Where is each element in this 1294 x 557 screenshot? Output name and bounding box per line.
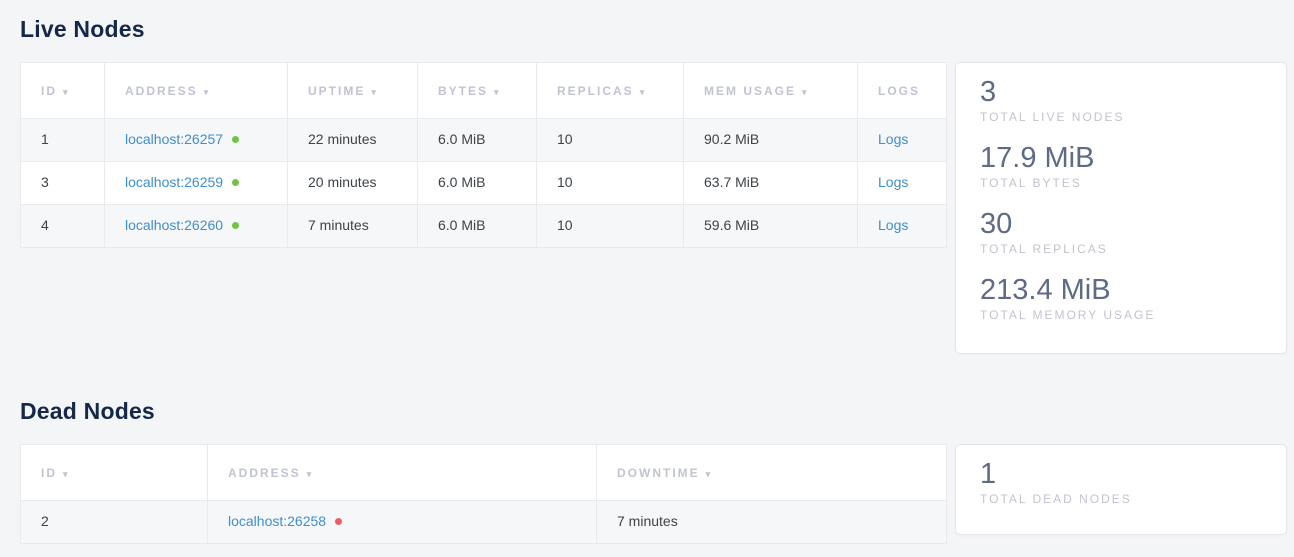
cell-node-address: localhost:26260 [105, 205, 288, 248]
sort-desc-icon: ▾ [204, 87, 211, 97]
live-nodes-heading: Live Nodes [20, 0, 1287, 43]
cell-node-uptime: 20 minutes [288, 162, 418, 205]
column-header-logs: LOGS [858, 63, 947, 119]
cell-node-address: localhost:26257 [105, 119, 288, 162]
summary-stat-total-bytes: 17.9 MiB TOTAL BYTES [980, 142, 1262, 191]
summary-stat-value: 17.9 MiB [980, 142, 1262, 175]
live-nodes-section: Live Nodes ID ▾ ADDRESS ▾ [20, 0, 1287, 354]
sort-desc-icon: ▾ [640, 87, 647, 97]
column-header-label: ADDRESS [125, 84, 198, 98]
sort-desc-icon: ▾ [802, 87, 809, 97]
summary-stat-value: 3 [980, 76, 1262, 109]
node-live-status-icon [232, 136, 239, 143]
cell-node-address: localhost:26258 [208, 501, 597, 544]
cell-node-mem-usage: 59.6 MiB [684, 205, 858, 248]
summary-stat-label: TOTAL MEMORY USAGE [980, 308, 1262, 323]
column-header-replicas[interactable]: REPLICAS ▾ [537, 63, 684, 119]
live-nodes-table: ID ▾ ADDRESS ▾ UPTIME ▾ BYTES ▾ [20, 62, 947, 248]
cell-node-replicas: 10 [537, 205, 684, 248]
cell-node-bytes: 6.0 MiB [418, 162, 537, 205]
dead-nodes-table-wrap: ID ▾ ADDRESS ▾ DOWNTIME ▾ 2 [20, 444, 946, 544]
node-address-link[interactable]: localhost:26259 [125, 174, 223, 190]
column-header-label: ID [41, 466, 57, 480]
column-header-label: UPTIME [308, 84, 365, 98]
table-row: 4 localhost:26260 7 minutes 6.0 MiB 10 5… [21, 205, 947, 248]
sort-desc-icon: ▾ [307, 469, 314, 479]
cell-node-downtime: 7 minutes [597, 501, 947, 544]
column-header-label: LOGS [878, 84, 920, 98]
node-live-status-icon [232, 179, 239, 186]
summary-stat-label: TOTAL REPLICAS [980, 242, 1262, 257]
column-header-mem-usage[interactable]: MEM USAGE ▾ [684, 63, 858, 119]
nodes-overview-page: Live Nodes ID ▾ ADDRESS ▾ [0, 0, 1294, 544]
node-logs-link[interactable]: Logs [878, 174, 908, 190]
summary-stat-label: TOTAL DEAD NODES [980, 492, 1262, 507]
column-header-id[interactable]: ID ▾ [21, 445, 208, 501]
sort-desc-icon: ▾ [63, 469, 70, 479]
cell-node-replicas: 10 [537, 162, 684, 205]
live-nodes-summary-card: 3 TOTAL LIVE NODES 17.9 MiB TOTAL BYTES … [955, 62, 1287, 354]
sort-desc-icon: ▾ [706, 469, 713, 479]
column-header-label: MEM USAGE [704, 84, 796, 98]
cell-node-logs: Logs [858, 162, 947, 205]
table-row: 1 localhost:26257 22 minutes 6.0 MiB 10 … [21, 119, 947, 162]
live-nodes-table-wrap: ID ▾ ADDRESS ▾ UPTIME ▾ BYTES ▾ [20, 62, 946, 248]
cell-node-mem-usage: 90.2 MiB [684, 119, 858, 162]
cell-node-id: 3 [21, 162, 105, 205]
cell-node-bytes: 6.0 MiB [418, 205, 537, 248]
cell-node-uptime: 22 minutes [288, 119, 418, 162]
summary-stat-total-live-nodes: 3 TOTAL LIVE NODES [980, 76, 1262, 125]
sort-desc-icon: ▾ [371, 87, 378, 97]
column-header-address[interactable]: ADDRESS ▾ [105, 63, 288, 119]
summary-stat-total-replicas: 30 TOTAL REPLICAS [980, 208, 1262, 257]
summary-stat-value: 30 [980, 208, 1262, 241]
column-header-label: DOWNTIME [617, 466, 700, 480]
table-row: 3 localhost:26259 20 minutes 6.0 MiB 10 … [21, 162, 947, 205]
column-header-id[interactable]: ID ▾ [21, 63, 105, 119]
cell-node-id: 2 [21, 501, 208, 544]
column-header-label: REPLICAS [557, 84, 634, 98]
column-header-downtime[interactable]: DOWNTIME ▾ [597, 445, 947, 501]
column-header-address[interactable]: ADDRESS ▾ [208, 445, 597, 501]
dead-nodes-heading: Dead Nodes [20, 354, 1287, 425]
summary-stat-total-memory-usage: 213.4 MiB TOTAL MEMORY USAGE [980, 274, 1262, 323]
sort-desc-icon: ▾ [494, 87, 501, 97]
dead-nodes-summary-card: 1 TOTAL DEAD NODES [955, 444, 1287, 535]
node-address-link[interactable]: localhost:26260 [125, 217, 223, 233]
node-dead-status-icon [335, 518, 342, 525]
column-header-label: ID [41, 84, 57, 98]
node-logs-link[interactable]: Logs [878, 131, 908, 147]
summary-stat-label: TOTAL LIVE NODES [980, 110, 1262, 125]
dead-nodes-row: ID ▾ ADDRESS ▾ DOWNTIME ▾ 2 [20, 444, 1287, 544]
cell-node-mem-usage: 63.7 MiB [684, 162, 858, 205]
live-nodes-header-row: ID ▾ ADDRESS ▾ UPTIME ▾ BYTES ▾ [21, 63, 947, 119]
cell-node-logs: Logs [858, 119, 947, 162]
dead-nodes-section: Dead Nodes ID ▾ ADDRESS ▾ [20, 354, 1287, 544]
summary-stat-value: 1 [980, 458, 1262, 491]
summary-stat-value: 213.4 MiB [980, 274, 1262, 307]
node-address-link[interactable]: localhost:26257 [125, 131, 223, 147]
cell-node-uptime: 7 minutes [288, 205, 418, 248]
summary-stat-label: TOTAL BYTES [980, 176, 1262, 191]
cell-node-logs: Logs [858, 205, 947, 248]
column-header-label: ADDRESS [228, 466, 301, 480]
cell-node-id: 4 [21, 205, 105, 248]
node-logs-link[interactable]: Logs [878, 217, 908, 233]
column-header-label: BYTES [438, 84, 488, 98]
cell-node-bytes: 6.0 MiB [418, 119, 537, 162]
cell-node-id: 1 [21, 119, 105, 162]
column-header-bytes[interactable]: BYTES ▾ [418, 63, 537, 119]
cell-node-replicas: 10 [537, 119, 684, 162]
sort-desc-icon: ▾ [63, 87, 70, 97]
live-nodes-row: ID ▾ ADDRESS ▾ UPTIME ▾ BYTES ▾ [20, 62, 1287, 354]
node-live-status-icon [232, 222, 239, 229]
column-header-uptime[interactable]: UPTIME ▾ [288, 63, 418, 119]
summary-stat-total-dead-nodes: 1 TOTAL DEAD NODES [980, 458, 1262, 507]
dead-nodes-table: ID ▾ ADDRESS ▾ DOWNTIME ▾ 2 [20, 444, 947, 544]
cell-node-address: localhost:26259 [105, 162, 288, 205]
table-row: 2 localhost:26258 7 minutes [21, 501, 947, 544]
dead-nodes-header-row: ID ▾ ADDRESS ▾ DOWNTIME ▾ [21, 445, 947, 501]
node-address-link[interactable]: localhost:26258 [228, 513, 326, 529]
